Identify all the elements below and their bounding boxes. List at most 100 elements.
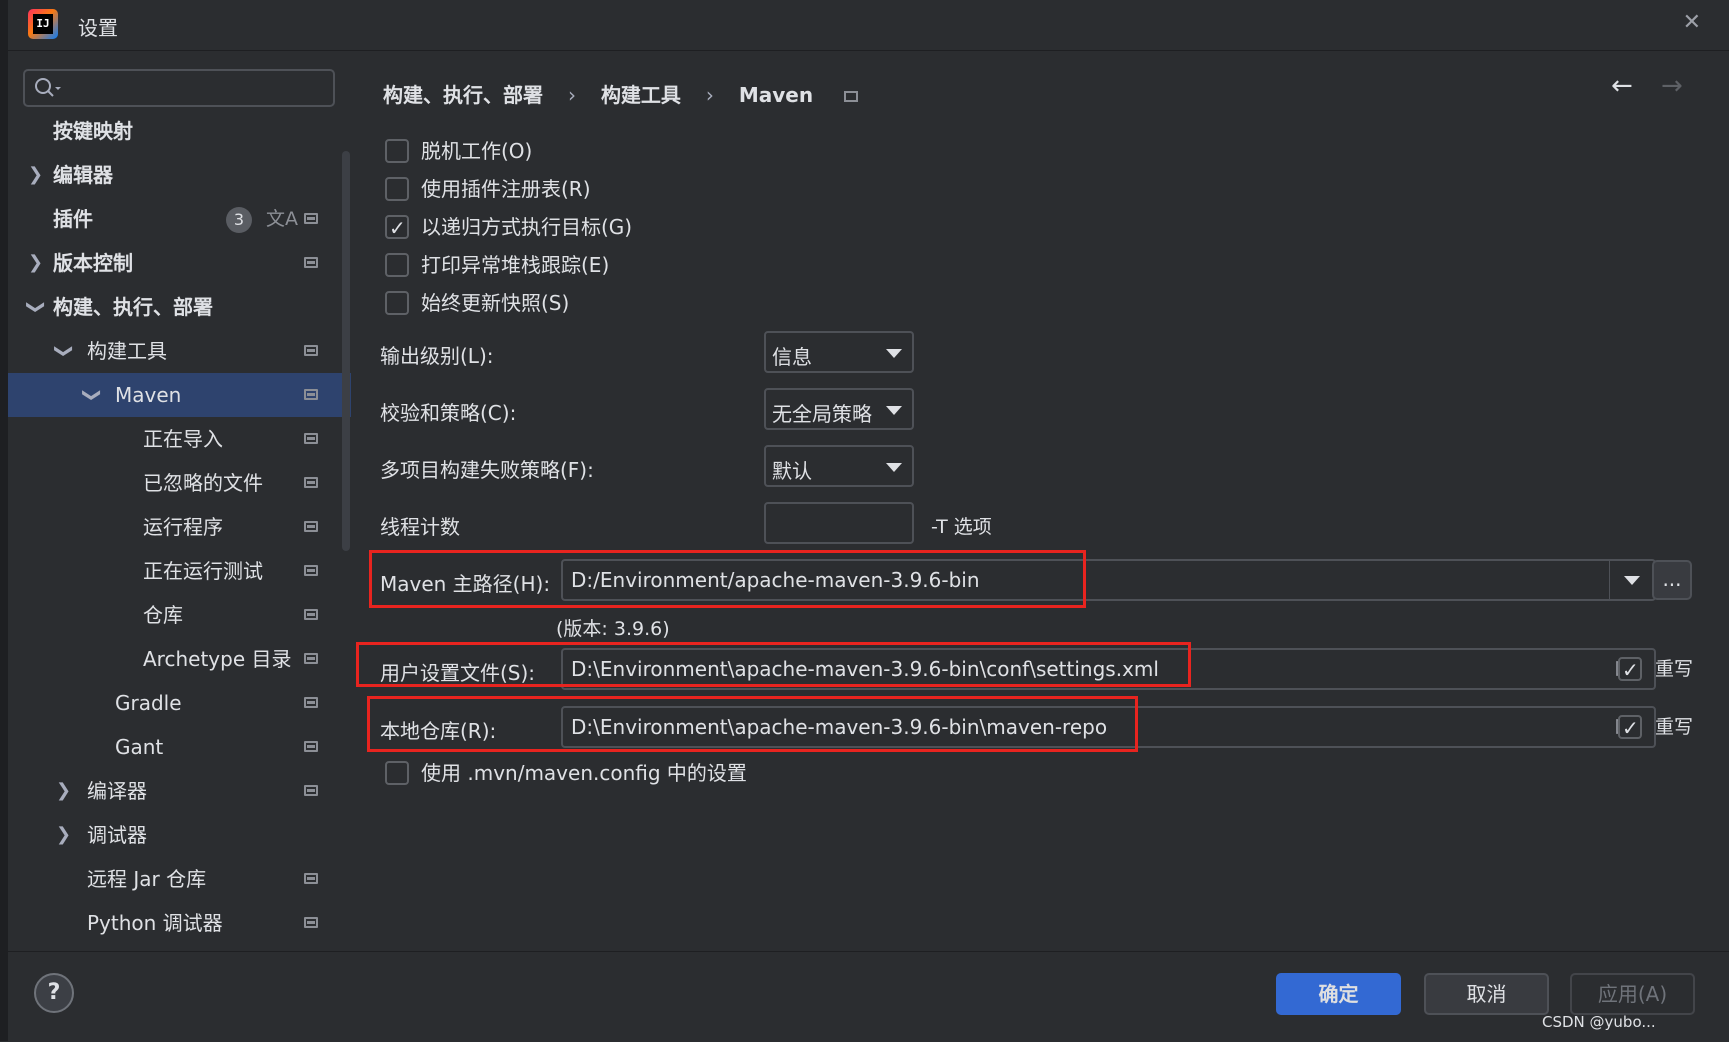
sidebar-item-runner[interactable]: 运行程序: [8, 505, 351, 549]
close-icon[interactable]: ✕: [1683, 10, 1701, 35]
sidebar-item-plugins[interactable]: 插件 3 文A: [8, 197, 351, 241]
sidebar-item-gant[interactable]: Gant: [8, 725, 351, 769]
project-scope-icon: [304, 213, 318, 224]
sidebar-item-compiler[interactable]: ❯ 编译器: [8, 769, 351, 813]
local-repository-input[interactable]: D:\Environment\apache-maven-3.9.6-bin\ma…: [561, 706, 1656, 748]
sidebar-item-label: 版本控制: [53, 251, 133, 275]
chevron-down-icon[interactable]: ❯: [70, 387, 114, 402]
checkbox-label: 始终更新快照(S): [421, 291, 570, 315]
apply-button[interactable]: 应用(A): [1570, 973, 1695, 1015]
multiproject-fail-policy-label: 多项目构建失败策略(F):: [380, 458, 594, 482]
title-bar: IJ 设置 ✕: [8, 0, 1729, 51]
sidebar-item-importing[interactable]: 正在导入: [8, 417, 351, 461]
user-settings-file-input[interactable]: D:\Environment\apache-maven-3.9.6-bin\co…: [561, 648, 1656, 690]
chevron-right-icon[interactable]: ❯: [28, 241, 43, 285]
project-scope-icon: [304, 873, 318, 884]
sidebar-item-python-debugger[interactable]: Python 调试器: [8, 901, 351, 945]
breadcrumb-item[interactable]: 构建、执行、部署: [383, 79, 543, 108]
sidebar-item-debugger[interactable]: ❯ 调试器: [8, 813, 351, 857]
sidebar-item-repositories[interactable]: 仓库: [8, 593, 351, 637]
sidebar-item-keymap[interactable]: 按键映射: [8, 109, 351, 153]
checkbox-box[interactable]: [385, 761, 409, 785]
maven-settings-panel: 构建、执行、部署 › 构建工具 › Maven ← → 脱机工作(O) 使用插件…: [351, 51, 1729, 951]
sidebar-item-label: 正在运行测试: [143, 559, 263, 583]
maven-home-combobox[interactable]: D:/Environment/apache-maven-3.9.6-bin: [561, 559, 1656, 601]
checkbox-label: 使用 .mvn/maven.config 中的设置: [421, 761, 747, 785]
help-button[interactable]: ?: [34, 973, 74, 1013]
search-icon: [35, 78, 61, 97]
chevron-down-icon[interactable]: ❯: [42, 343, 86, 358]
sidebar-item-label: 编辑器: [53, 163, 113, 187]
checkbox-label: 重写: [1655, 716, 1694, 738]
chevron-down-icon[interactable]: ❯: [14, 299, 58, 314]
sidebar-item-label: Gant: [115, 735, 164, 759]
sidebar-item-label: 仓库: [143, 603, 183, 627]
sidebar-item-label: Archetype 目录: [143, 647, 292, 671]
forward-arrow-icon[interactable]: →: [1661, 71, 1683, 101]
sidebar-item-archetype-catalogs[interactable]: Archetype 目录: [8, 637, 351, 681]
sidebar-item-version-control[interactable]: ❯ 版本控制: [8, 241, 351, 285]
sidebar-item-remote-jar-repositories[interactable]: 远程 Jar 仓库: [8, 857, 351, 901]
project-scope-icon: [304, 521, 318, 532]
select-value: 信息: [772, 345, 812, 369]
checkbox-box[interactable]: [385, 213, 409, 243]
project-scope-icon: [304, 389, 318, 400]
checkbox-box[interactable]: [385, 253, 409, 277]
project-scope-icon: [304, 345, 318, 356]
back-arrow-icon[interactable]: ←: [1611, 71, 1633, 101]
output-level-label: 输出级别(L):: [380, 344, 494, 368]
chevron-right-icon[interactable]: ❯: [56, 813, 71, 857]
intellij-logo-icon: IJ: [28, 9, 58, 39]
sidebar-item-label: 调试器: [87, 823, 147, 847]
sidebar-item-editor[interactable]: ❯ 编辑器: [8, 153, 351, 197]
sidebar-scrollbar[interactable]: [342, 151, 350, 551]
sidebar-item-maven[interactable]: ❯ Maven: [8, 373, 351, 417]
project-scope-icon: [304, 785, 318, 796]
sidebar-item-gradle[interactable]: Gradle: [8, 681, 351, 725]
sidebar-item-label: Maven: [115, 383, 182, 407]
checkbox-label: 使用插件注册表(R): [421, 177, 591, 201]
breadcrumb: 构建、执行、部署 › 构建工具 › Maven: [383, 79, 859, 108]
sidebar-item-label: 已忽略的文件: [143, 471, 263, 495]
checkbox-box[interactable]: [385, 291, 409, 315]
dropdown-arrow-icon[interactable]: [1624, 576, 1640, 585]
csdn-watermark: CSDN @yubo...: [1542, 1013, 1656, 1031]
thread-count-label: 线程计数: [380, 515, 460, 539]
thread-count-input[interactable]: [764, 502, 914, 544]
breadcrumb-item[interactable]: 构建工具: [601, 79, 681, 108]
checksum-policy-select[interactable]: 无全局策略: [764, 388, 914, 430]
sidebar-item-build-tools[interactable]: ❯ 构建工具: [8, 329, 351, 373]
dropdown-arrow-icon: [886, 463, 902, 472]
browse-maven-home-button[interactable]: ...: [1652, 560, 1692, 600]
sidebar-item-label: 构建、执行、部署: [53, 295, 213, 319]
project-scope-icon: [844, 91, 859, 102]
project-scope-icon: [304, 697, 318, 708]
checkbox-box[interactable]: [385, 139, 409, 163]
chevron-right-icon[interactable]: ❯: [28, 153, 43, 197]
sidebar-item-ignored-files[interactable]: 已忽略的文件: [8, 461, 351, 505]
combo-divider: [1609, 561, 1610, 599]
settings-search-input[interactable]: [23, 69, 335, 107]
multiproject-fail-policy-select[interactable]: 默认: [764, 445, 914, 487]
checkbox-box[interactable]: [1618, 713, 1642, 743]
output-level-select[interactable]: 信息: [764, 331, 914, 373]
dropdown-arrow-icon: [886, 406, 902, 415]
checkbox-box[interactable]: [1618, 655, 1642, 685]
project-scope-icon: [304, 565, 318, 576]
cancel-button[interactable]: 取消: [1424, 973, 1549, 1015]
translate-icon: 文A: [266, 208, 298, 230]
checkbox-box[interactable]: [385, 177, 409, 201]
project-scope-icon: [304, 609, 318, 620]
checkbox-label: 以递归方式执行目标(G): [421, 215, 633, 239]
dropdown-arrow-icon: [886, 349, 902, 358]
user-settings-label: 用户设置文件(S):: [380, 661, 536, 685]
sidebar-item-label: 远程 Jar 仓库: [87, 867, 207, 891]
plugins-update-badge: 3: [226, 207, 252, 233]
project-scope-icon: [304, 917, 318, 928]
ok-button[interactable]: 确定: [1276, 973, 1401, 1015]
user-settings-value: D:\Environment\apache-maven-3.9.6-bin\co…: [571, 657, 1159, 681]
sidebar-item-label: 编译器: [87, 779, 147, 803]
sidebar-item-running-tests[interactable]: 正在运行测试: [8, 549, 351, 593]
sidebar-item-build-execution-deployment[interactable]: ❯ 构建、执行、部署: [8, 285, 351, 329]
chevron-right-icon[interactable]: ❯: [56, 769, 71, 813]
